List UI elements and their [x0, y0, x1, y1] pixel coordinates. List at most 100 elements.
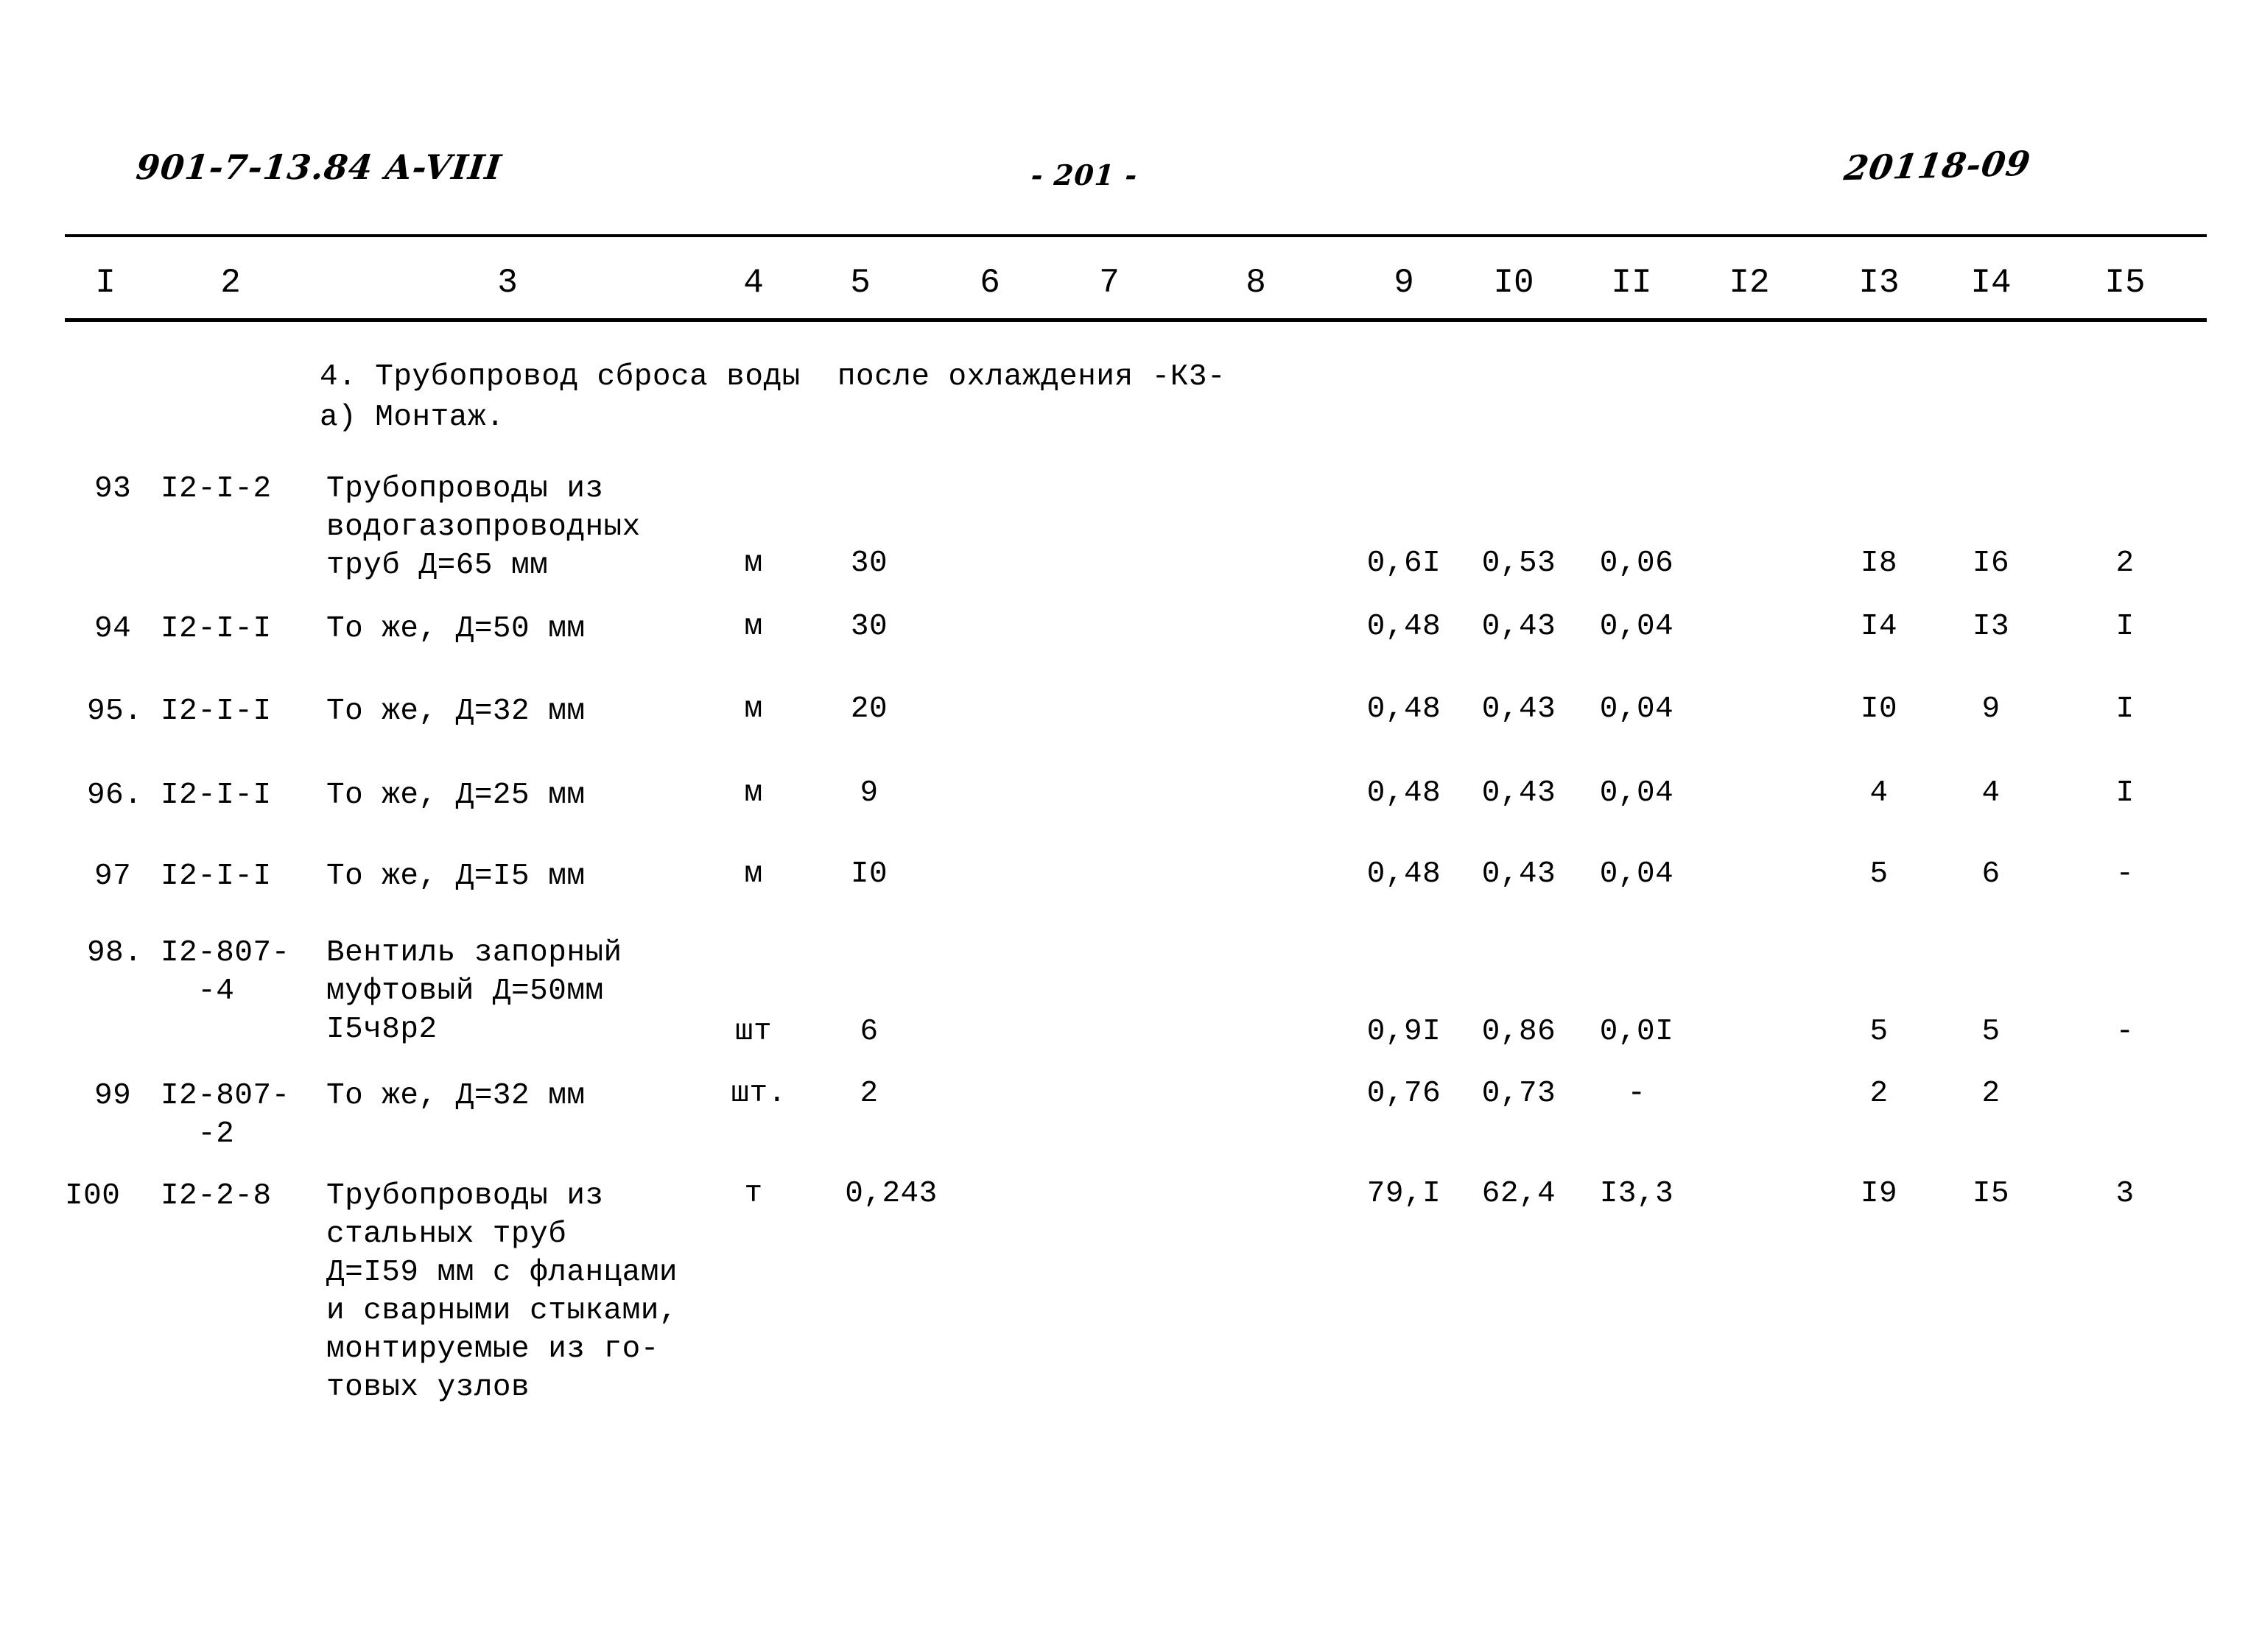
column-header-3: 3 — [497, 264, 518, 302]
row-quantity: 0,243 — [845, 1177, 938, 1211]
row-quantity: 20 — [850, 692, 888, 726]
row-col15: - — [2115, 1015, 2135, 1049]
row-col9: 0,9I — [1366, 1015, 1441, 1049]
row-description: Вентиль запорный муфтовый Д=50мм I5ч8р2 — [326, 936, 622, 1047]
row-col10: 0,73 — [1481, 1077, 1556, 1111]
row-quantity: 9 — [860, 776, 879, 810]
column-header-1: I — [95, 264, 116, 302]
document-code-annotation: 901-7-13.84 A-VIII — [134, 147, 504, 187]
row-unit: шт. — [731, 1077, 787, 1111]
row-quantity: 30 — [850, 546, 888, 580]
row-col10: 62,4 — [1481, 1177, 1556, 1211]
row-col14: I5 — [1972, 1177, 2010, 1211]
row-col11: 0,04 — [1599, 776, 1674, 810]
row-col13: I8 — [1860, 546, 1898, 580]
row-col15: 3 — [2115, 1177, 2135, 1211]
row-col11: 0,04 — [1599, 857, 1674, 891]
row-col10: 0,43 — [1481, 857, 1556, 891]
row-unit: шт — [734, 1015, 773, 1049]
row-col14: 9 — [1981, 692, 2001, 726]
row-col11: 0,04 — [1599, 692, 1674, 726]
row-number: 98. — [87, 936, 143, 970]
row-col14: 4 — [1981, 776, 2001, 810]
row-unit: т — [744, 1177, 763, 1211]
row-unit: м — [744, 546, 763, 580]
row-col13: 4 — [1869, 776, 1889, 810]
column-header-10: I0 — [1493, 264, 1534, 302]
column-header-15: I5 — [2104, 264, 2146, 302]
row-col11: - — [1627, 1077, 1646, 1111]
row-col13: I4 — [1860, 610, 1898, 644]
row-col13: I9 — [1860, 1177, 1898, 1211]
column-header-5: 5 — [850, 264, 871, 302]
row-col15: 2 — [2115, 546, 2135, 580]
order-number-annotation: 20118-09 — [1841, 143, 2034, 189]
row-col10: 0,43 — [1481, 610, 1556, 644]
row-code: I2-I-I — [161, 612, 272, 646]
row-col10: 0,86 — [1481, 1015, 1556, 1049]
row-code: I2-807- -4 — [161, 936, 290, 1008]
row-code: I2-I-I — [161, 860, 272, 893]
row-quantity: 2 — [860, 1077, 879, 1111]
row-number: 95. — [87, 695, 143, 728]
row-col14: 2 — [1981, 1077, 2001, 1111]
row-col9: 0,48 — [1366, 776, 1441, 810]
row-number: 97 — [94, 860, 132, 893]
column-header-11: II — [1611, 264, 1652, 302]
row-description: Трубопроводы из водогазопроводных труб Д… — [326, 472, 641, 583]
row-code: I2-I-2 — [161, 472, 272, 506]
column-header-4: 4 — [743, 264, 764, 302]
section-title: 4. Трубопровод сброса воды после охлажде… — [320, 360, 1226, 394]
column-header-12: I2 — [1729, 264, 1770, 302]
row-col10: 0,43 — [1481, 692, 1556, 726]
scanned-document-page: 901-7-13.84 A-VIII - 201 - 20118-09 I 2 … — [0, 0, 2262, 1652]
row-number: 99 — [94, 1079, 132, 1113]
row-col11: 0,06 — [1599, 546, 1674, 580]
row-quantity: 30 — [850, 610, 888, 644]
column-header-14: I4 — [1970, 264, 2012, 302]
row-col13: 2 — [1869, 1077, 1889, 1111]
row-col11: 0,0I — [1599, 1015, 1674, 1049]
row-description: То же, Д=32 мм — [326, 1079, 586, 1113]
row-col13: 5 — [1869, 1015, 1889, 1049]
row-col15: I — [2115, 692, 2135, 726]
page-number-annotation: - 201 - — [1030, 158, 1139, 191]
row-description: Трубопроводы из стальных труб Д=I59 мм с… — [326, 1179, 678, 1405]
row-quantity: I0 — [850, 857, 888, 891]
row-unit: м — [744, 610, 763, 644]
row-code: I2-807- -2 — [161, 1079, 290, 1151]
column-header-divider-rule — [65, 318, 2207, 322]
row-col9: 0,6I — [1366, 546, 1441, 580]
row-col9: 0,76 — [1366, 1077, 1441, 1111]
column-header-13: I3 — [1858, 264, 1900, 302]
row-col11: 0,04 — [1599, 610, 1674, 644]
row-col10: 0,53 — [1481, 546, 1556, 580]
row-code: I2-I-I — [161, 778, 272, 812]
row-col14: 5 — [1981, 1015, 2001, 1049]
row-description: То же, Д=I5 мм — [326, 860, 586, 893]
row-code: I2-2-8 — [161, 1179, 272, 1213]
column-header-7: 7 — [1099, 264, 1120, 302]
row-number: 96. — [87, 778, 143, 812]
row-description: То же, Д=50 мм — [326, 612, 586, 646]
row-number: I00 — [65, 1179, 121, 1213]
row-quantity: 6 — [860, 1015, 879, 1049]
row-col10: 0,43 — [1481, 776, 1556, 810]
row-col9: 0,48 — [1366, 857, 1441, 891]
section-subtitle: а) Монтаж. — [320, 401, 505, 435]
row-col14: I6 — [1972, 546, 2010, 580]
row-description: То же, Д=25 мм — [326, 778, 586, 812]
row-col15: I — [2115, 776, 2135, 810]
row-number: 94 — [94, 612, 132, 646]
row-col15: - — [2115, 857, 2135, 891]
row-unit: м — [744, 857, 763, 891]
row-number: 93 — [94, 472, 132, 506]
row-code: I2-I-I — [161, 695, 272, 728]
row-col14: I3 — [1972, 610, 2010, 644]
row-description: То же, Д=32 мм — [326, 695, 586, 728]
header-divider-rule — [65, 234, 2207, 237]
row-col14: 6 — [1981, 857, 2001, 891]
row-col13: I0 — [1860, 692, 1898, 726]
row-unit: м — [744, 776, 763, 810]
column-header-6: 6 — [980, 264, 1000, 302]
